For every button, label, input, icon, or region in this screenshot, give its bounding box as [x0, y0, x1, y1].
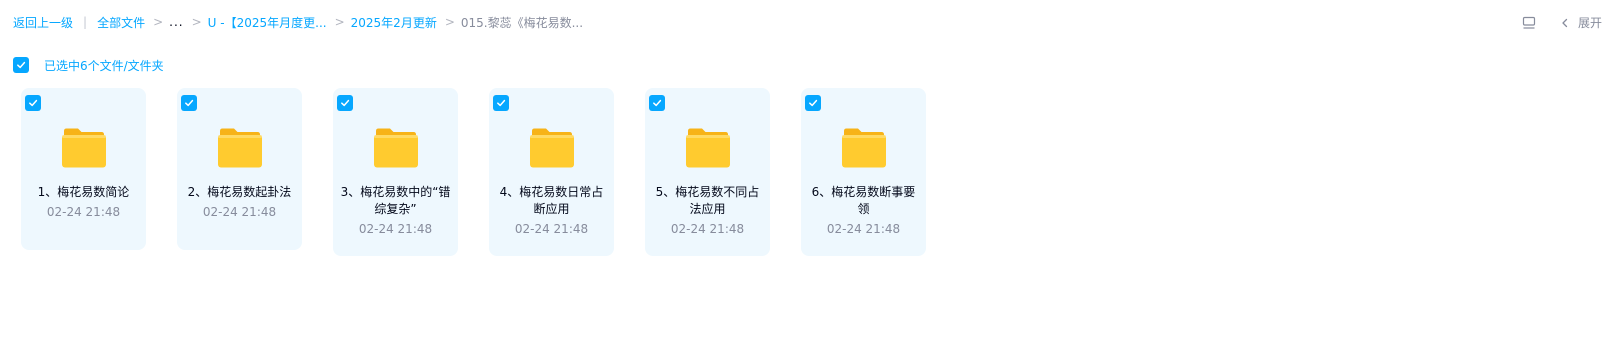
- folder-icon: [61, 128, 106, 168]
- selection-bar: 已选中6个文件/文件夹: [13, 56, 164, 74]
- expand-button[interactable]: 展开: [1560, 14, 1602, 31]
- file-name: 6、梅花易数断事要领: [811, 185, 916, 216]
- file-checkbox[interactable]: [25, 95, 41, 111]
- file-card[interactable]: 2、梅花易数起卦法 02-24 21:48: [177, 88, 302, 250]
- file-modified-time: 02-24 21:48: [826, 222, 901, 236]
- file-grid: 1、梅花易数简论 02-24 21:48 2、梅花易数起卦法 02-24 21:…: [21, 88, 957, 256]
- breadcrumb-separator: >: [153, 15, 164, 29]
- check-icon: [497, 99, 506, 107]
- file-checkbox[interactable]: [493, 95, 509, 111]
- breadcrumb-current-folder: 015.黎蕊《梅花易数...: [460, 15, 584, 30]
- file-name: 5、梅花易数不同占法应用: [655, 185, 760, 216]
- breadcrumb-separator: >: [191, 15, 202, 29]
- check-icon: [341, 99, 350, 107]
- folder-icon: [373, 128, 418, 168]
- selection-count-text: 已选中6个文件/文件夹: [44, 58, 164, 73]
- select-all-checkbox[interactable]: [13, 57, 29, 73]
- file-modified-time: 02-24 21:48: [358, 222, 433, 236]
- file-card[interactable]: 3、梅花易数中的“错综复杂” 02-24 21:48: [333, 88, 458, 256]
- breadcrumb-ellipsis[interactable]: ...: [169, 15, 183, 29]
- check-icon: [809, 99, 818, 107]
- file-card[interactable]: 4、梅花易数日常占断应用 02-24 21:48: [489, 88, 614, 256]
- top-bar: 返回上一级 | 全部文件 > ... > U -【2025年月度更... > 2…: [0, 0, 1614, 44]
- top-right-tools: 展开: [1522, 12, 1602, 32]
- file-checkbox[interactable]: [649, 95, 665, 111]
- file-checkbox[interactable]: [337, 95, 353, 111]
- file-checkbox[interactable]: [181, 95, 197, 111]
- breadcrumb-item-monthly-update[interactable]: U -【2025年月度更...: [208, 14, 327, 31]
- file-card[interactable]: 5、梅花易数不同占法应用 02-24 21:48: [645, 88, 770, 256]
- file-card[interactable]: 6、梅花易数断事要领 02-24 21:48: [801, 88, 926, 256]
- folder-icon: [217, 128, 262, 168]
- file-modified-time: 02-24 21:48: [202, 205, 277, 219]
- file-card[interactable]: 1、梅花易数简论 02-24 21:48: [21, 88, 146, 250]
- file-modified-time: 02-24 21:48: [514, 222, 589, 236]
- expand-label: 展开: [1577, 15, 1602, 30]
- file-name: 4、梅花易数日常占断应用: [499, 185, 604, 216]
- file-name: 1、梅花易数简论: [37, 185, 130, 199]
- file-modified-time: 02-24 21:48: [46, 205, 121, 219]
- check-icon: [653, 99, 662, 107]
- file-modified-time: 02-24 21:48: [670, 222, 745, 236]
- folder-icon: [685, 128, 730, 168]
- list-view-icon[interactable]: [1522, 15, 1536, 29]
- breadcrumb-item-feb-update[interactable]: 2025年2月更新: [351, 14, 437, 31]
- breadcrumb-separator: >: [444, 15, 455, 29]
- folder-icon: [841, 128, 886, 168]
- breadcrumb: 返回上一级 | 全部文件 > ... > U -【2025年月度更... > 2…: [13, 13, 583, 31]
- file-checkbox[interactable]: [805, 95, 821, 111]
- back-link[interactable]: 返回上一级: [13, 14, 73, 31]
- check-icon: [29, 99, 38, 107]
- breadcrumb-separator: >: [334, 15, 345, 29]
- breadcrumb-divider: |: [83, 15, 88, 29]
- file-name: 3、梅花易数中的“错综复杂”: [340, 185, 451, 216]
- check-icon: [185, 99, 194, 107]
- breadcrumb-item-all-files[interactable]: 全部文件: [97, 14, 145, 31]
- folder-icon: [529, 128, 574, 168]
- chevron-left-icon: [1560, 17, 1570, 28]
- file-name: 2、梅花易数起卦法: [187, 185, 292, 199]
- check-icon: [17, 61, 26, 69]
